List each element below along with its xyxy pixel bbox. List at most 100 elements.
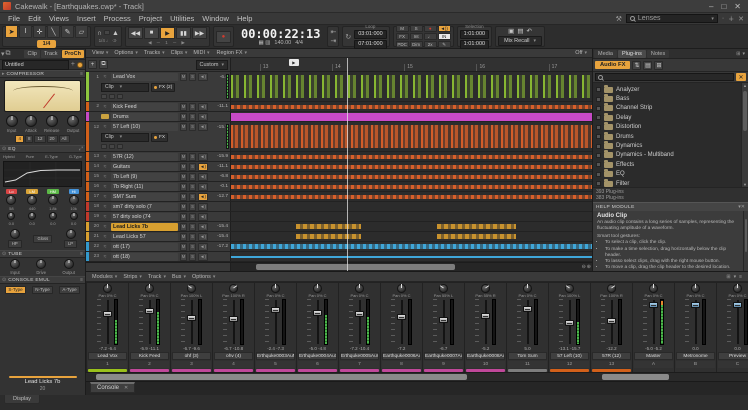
aim-assist-dropdown[interactable]: Off▾ [575,50,589,56]
strip-name[interactable]: Earthquke0008AuT [466,352,505,360]
menu-item[interactable]: Insert [73,14,100,23]
solo-button[interactable]: S [189,173,196,181]
trackview-menu[interactable]: View▾ [89,50,111,56]
mute-button[interactable]: M [180,153,187,161]
browser-tab[interactable]: Media [594,50,617,58]
write-icon[interactable] [109,144,115,149]
track-name[interactable]: sm7 dirty solo (7 [111,203,178,211]
pan-knob[interactable] [649,284,658,293]
pin-icon[interactable]: ∔ [728,15,734,23]
pan-knob[interactable] [103,284,112,293]
mute-button[interactable]: M [180,163,187,171]
clip-dropdown[interactable]: Clip▾ [101,83,149,92]
scroll-up-icon[interactable]: ▲ [742,83,748,88]
clear-search-button[interactable]: ✕ [736,73,746,81]
strip-name[interactable]: 57 Left (10) [550,352,589,360]
inspector-pin-icon[interactable]: ⧉ [6,50,11,58]
fader-track[interactable] [481,299,490,345]
eq-curve-display[interactable] [3,161,82,187]
audio-clip[interactable] [231,113,592,121]
prochannel-power-button[interactable] [77,62,83,68]
eq-gain-knob[interactable] [7,212,15,220]
read-icon[interactable] [117,94,123,99]
volume-fader[interactable] [313,310,322,316]
eq-band-button[interactable]: Hi [69,189,79,194]
track-row[interactable]: 19 57 dirty solo (74 M S ◄) [86,212,592,222]
input-echo-icon[interactable]: ◄) [198,203,208,211]
console-type-button[interactable]: S-Type [5,286,25,294]
lp-filter-knob[interactable] [66,229,76,239]
folder-name[interactable]: Dynamics [616,143,642,149]
volume-fader[interactable] [481,313,490,319]
plugin-folder-row[interactable]: Bass [596,94,739,103]
track-name[interactable]: 7b Right (11) [111,183,178,191]
scrollbar-thumb[interactable] [96,374,467,380]
scrub-strip[interactable]: ◀ ─ 1 ─ ▶ [148,40,187,46]
mute-button[interactable]: M [180,183,187,191]
fader-track[interactable] [397,299,406,345]
menu-item[interactable]: Utilities [166,14,198,23]
display-tab[interactable]: Display [4,395,40,404]
mix-toggle-button[interactable]: IN [438,33,451,40]
ratio-button[interactable]: All [59,135,70,143]
transport-button[interactable]: ■ [144,27,159,39]
strip-name[interactable]: Kick Feed [130,352,169,360]
mute-button[interactable]: M [180,173,187,181]
mixer-strip[interactable]: Pan 55% R -5.2 Eart [465,283,506,372]
compressor-knob[interactable] [25,115,37,127]
camera-icon[interactable]: ▣ [508,27,514,35]
transport-button[interactable]: ◀◀ [128,27,143,39]
audio-clip[interactable] [231,125,592,149]
input-echo-icon[interactable]: ◄) [198,213,208,221]
scrollbar-thumb[interactable] [256,264,455,270]
volume-fader[interactable] [691,302,700,308]
trackview-menu[interactable]: MIDI▾ [190,50,212,56]
track-header[interactable]: 2 Kick Feed M S ◄) -11.1 [86,102,231,111]
strip-name[interactable]: Metronome [676,352,715,360]
console-menu[interactable]: Strips▾ [120,274,145,280]
gloss-button[interactable]: Gloss [33,235,52,243]
solo-button[interactable]: S [189,163,196,171]
tool-button[interactable]: ✛ [33,25,46,38]
pan-knob[interactable] [271,284,280,293]
input-echo-icon[interactable]: ◄) [198,223,208,231]
mute-button[interactable]: M [180,123,187,131]
ratio-button[interactable]: 4 [15,135,24,143]
track-row[interactable]: 20 Lead Licks 7b M S ◄) -15.4 [86,222,592,232]
fader-track[interactable] [187,299,196,345]
audio-clip[interactable] [231,105,592,109]
dock-icon[interactable]: ⊞ [736,51,740,57]
solo-button[interactable]: S [189,183,196,191]
folder-name[interactable]: Drums [616,134,634,140]
meter-display[interactable]: 4/4 [295,40,303,46]
timeline-ruler[interactable]: 1314151617 ▶ [231,58,592,72]
audio-clip[interactable] [231,185,592,189]
input-echo-icon[interactable]: ◄) [198,253,208,261]
mute-button[interactable]: M [180,213,187,221]
menu-item[interactable]: Views [45,14,73,23]
pan-knob[interactable] [733,284,742,293]
solo-button[interactable]: S [189,193,196,201]
eq-header[interactable]: ⊙ EQ ⤢ [0,145,85,153]
folder-name[interactable]: Filter [616,181,629,187]
mixer-strip[interactable]: Pan 0% C 0.0 Previe [717,283,748,372]
document-icon[interactable]: ▤ [517,27,523,35]
eq-freq-knob[interactable] [27,195,37,205]
menu-item[interactable]: Project [135,14,166,23]
eq-mode-option[interactable]: G-Type [69,154,82,159]
solo-button[interactable]: S [189,213,196,221]
track-name[interactable]: ott (17) [111,243,178,251]
mixer-strip[interactable]: Pan 100% L -13.1 -15.7 [549,283,590,372]
audio-clip[interactable] [231,195,592,199]
mix-toggle-button[interactable]: ♩ [424,33,437,40]
scrollbar-thumb[interactable] [602,374,668,380]
input-echo-icon[interactable]: ◄) [198,163,208,171]
mixer-strip[interactable]: Pan 0% C -7.2 -10.4 [339,283,380,372]
automation-icon[interactable] [101,94,107,99]
compressor-knob[interactable] [46,115,58,127]
punch-in-icon[interactable]: ⇤ [330,28,336,36]
power-icon[interactable]: ⊙ [2,146,6,152]
expand-checkbox[interactable] [596,144,601,149]
menu-icon[interactable]: ≡ [739,274,742,280]
eq-band-button[interactable]: Lo [6,189,16,194]
